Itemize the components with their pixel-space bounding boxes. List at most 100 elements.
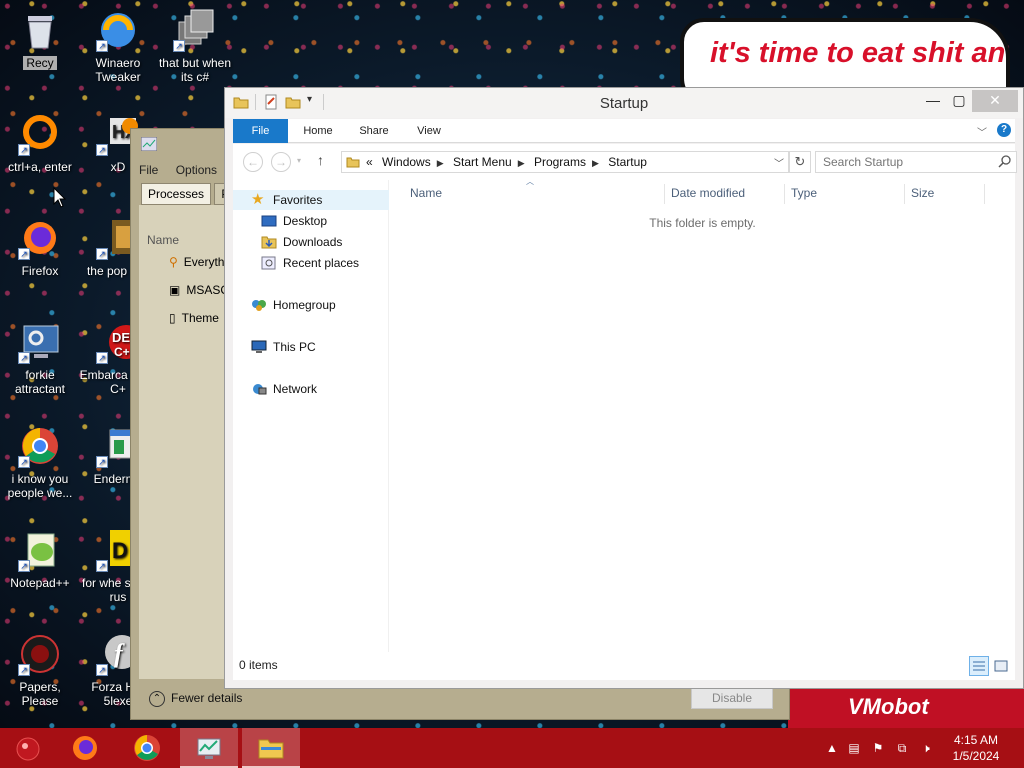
address-bar[interactable]: « Windows ▶ Start Menu ▶ Programs ▶ Startup… bbox=[341, 151, 789, 173]
address-dropdown-icon[interactable]: ﹀ bbox=[774, 155, 784, 170]
shortcut-arrow-icon: ↗ bbox=[96, 560, 108, 572]
taskbar-chrome[interactable] bbox=[118, 728, 176, 768]
chevron-up-icon: ▲ bbox=[826, 741, 838, 755]
column-header-name[interactable]: Name bbox=[410, 186, 442, 200]
maximize-button[interactable]: ▢ bbox=[944, 90, 974, 112]
startup-row-label: Everyth bbox=[183, 255, 225, 269]
desktop-icon-i-know-you[interactable]: ↗ i know you people we... bbox=[0, 424, 80, 500]
startup-row[interactable]: ▣ MSASC bbox=[169, 283, 229, 297]
windows-stack-icon: ↗ bbox=[173, 8, 217, 52]
winaero-icon: ↗ bbox=[96, 8, 140, 52]
action-center-button[interactable]: ⚑ bbox=[870, 740, 886, 756]
tab-share[interactable]: Share bbox=[353, 119, 395, 143]
forward-button[interactable]: → bbox=[271, 152, 291, 172]
refresh-button[interactable]: ↻ bbox=[789, 151, 811, 173]
close-button[interactable]: ✕ bbox=[972, 90, 1018, 112]
desktop-icon-that-but-when[interactable]: ↗ that but when its c# bbox=[155, 8, 235, 84]
taskbar-file-explorer[interactable] bbox=[242, 728, 300, 768]
tab-processes[interactable]: Processes bbox=[141, 183, 212, 205]
chevron-up-icon: ⌃ bbox=[149, 691, 165, 707]
chevron-right-icon[interactable]: ▶ bbox=[592, 158, 599, 168]
chrome-icon: ↗ bbox=[18, 424, 62, 468]
minimize-icon: — bbox=[926, 92, 940, 108]
empty-folder-message: This folder is empty. bbox=[649, 216, 756, 230]
breadcrumb-overflow[interactable]: « bbox=[366, 155, 373, 169]
column-divider[interactable] bbox=[664, 184, 665, 204]
desktop-icon-label: i know you people we... bbox=[7, 472, 73, 500]
search-box[interactable] bbox=[815, 151, 1017, 173]
explorer-titlebar[interactable]: ▾ Startup — ▢ ✕ bbox=[225, 88, 1023, 118]
nav-item-homegroup[interactable]: Homegroup bbox=[251, 295, 336, 315]
desktop-icon-recycle-bin[interactable]: Recy bbox=[0, 8, 80, 70]
taskbar-firefox[interactable] bbox=[56, 728, 114, 768]
large-icons-view-button[interactable] bbox=[991, 656, 1011, 676]
desktop-icon-firefox[interactable]: ↗ Firefox bbox=[0, 216, 80, 278]
system-tray: ▲ ▤ ⚑ ⧉ 🕨 4:15 AM 1/5/2024 bbox=[814, 728, 1024, 768]
fewer-details-button[interactable]: ⌃ Fewer details bbox=[149, 691, 242, 707]
file-icon: ▯ bbox=[169, 311, 176, 325]
recent-locations-icon[interactable]: ▾ bbox=[297, 156, 301, 165]
chrome-icon bbox=[134, 735, 160, 761]
tab-home[interactable]: Home bbox=[295, 119, 341, 143]
nav-item-downloads[interactable]: Downloads bbox=[261, 232, 342, 252]
back-button[interactable]: ← bbox=[243, 152, 263, 172]
startup-row[interactable]: ▯ Theme bbox=[169, 311, 219, 325]
volume-muted-icon: 🕨 bbox=[922, 741, 930, 755]
nav-item-this-pc[interactable]: This PC bbox=[251, 337, 316, 357]
folder-icon bbox=[346, 157, 360, 168]
desktop-icon-notepadpp[interactable]: ↗ Notepad++ bbox=[0, 528, 80, 590]
ribbon-expand-icon[interactable]: ﹀ bbox=[977, 124, 987, 139]
clock[interactable]: 4:15 AM 1/5/2024 bbox=[946, 732, 1006, 764]
nav-item-desktop[interactable]: Desktop bbox=[261, 211, 327, 231]
chevron-right-icon[interactable]: ▶ bbox=[437, 158, 444, 168]
chevron-right-icon[interactable]: ▶ bbox=[518, 158, 525, 168]
desktop-icon-forkie[interactable]: ↗ forkie attractant bbox=[0, 320, 80, 396]
tab-view[interactable]: View bbox=[409, 119, 449, 143]
nav-item-favorites[interactable]: ★ Favorites bbox=[233, 190, 389, 210]
nav-item-recent-places[interactable]: Recent places bbox=[261, 253, 359, 273]
disable-button[interactable]: Disable bbox=[691, 687, 773, 709]
shortcut-arrow-icon: ↗ bbox=[18, 248, 30, 260]
details-view-icon bbox=[973, 661, 985, 671]
help-icon[interactable]: ? bbox=[997, 123, 1011, 137]
mouse-cursor-icon bbox=[53, 187, 67, 208]
tablet-icon: ▤ bbox=[848, 741, 860, 755]
desktop-icon bbox=[261, 215, 277, 227]
desktop-icon-label: Papers, Please bbox=[19, 680, 61, 708]
breadcrumb-start-menu[interactable]: Start Menu bbox=[453, 155, 512, 169]
search-input[interactable] bbox=[816, 152, 996, 172]
explorer-window[interactable]: ▾ Startup — ▢ ✕ File Home Share View ﹀ ?… bbox=[224, 87, 1024, 689]
column-header-size[interactable]: Size bbox=[911, 186, 934, 200]
breadcrumb-programs[interactable]: Programs bbox=[534, 155, 586, 169]
startup-row[interactable]: ⚲ Everyth bbox=[169, 255, 224, 269]
show-hidden-icons-button[interactable]: ▲ bbox=[824, 740, 840, 756]
volume-button[interactable]: 🕨 bbox=[918, 740, 934, 756]
desktop-icon-papers-please[interactable]: ↗ Papers, Please bbox=[0, 632, 80, 708]
up-button[interactable]: ↑ bbox=[317, 152, 324, 168]
column-divider[interactable] bbox=[784, 184, 785, 204]
network-tray-button[interactable]: ⧉ bbox=[894, 740, 910, 756]
breadcrumb-windows[interactable]: Windows bbox=[382, 155, 431, 169]
taskbar-task-manager[interactable] bbox=[180, 728, 238, 768]
firefox-icon bbox=[73, 736, 97, 760]
start-button[interactable] bbox=[0, 728, 58, 768]
nav-item-network[interactable]: Network bbox=[251, 379, 317, 399]
details-view-button[interactable] bbox=[969, 656, 989, 676]
column-divider[interactable] bbox=[904, 184, 905, 204]
desktop-icon-label: forkie attractant bbox=[14, 368, 66, 396]
shortcut-arrow-icon: ↗ bbox=[18, 144, 30, 156]
tray-app-icon[interactable]: ▤ bbox=[846, 740, 862, 756]
tab-file[interactable]: File bbox=[233, 119, 288, 143]
nav-item-label: Favorites bbox=[273, 193, 323, 207]
desktop-icon-ctrl-a-enter[interactable]: ↗ ctrl+a, enter bbox=[0, 112, 80, 174]
menu-file[interactable]: File bbox=[139, 163, 158, 177]
column-header-date-modified[interactable]: Date modified bbox=[671, 186, 745, 200]
column-divider[interactable] bbox=[984, 184, 985, 204]
desktop-icon-winaero-tweaker[interactable]: ↗ Winaero Tweaker bbox=[78, 8, 158, 84]
task-manager-icon bbox=[141, 137, 157, 151]
column-header-type[interactable]: Type bbox=[791, 186, 817, 200]
maximize-icon: ▢ bbox=[952, 92, 966, 108]
breadcrumb-startup[interactable]: Startup bbox=[608, 155, 647, 169]
column-header-name[interactable]: Name bbox=[147, 233, 179, 247]
menu-options[interactable]: Options bbox=[176, 163, 217, 177]
